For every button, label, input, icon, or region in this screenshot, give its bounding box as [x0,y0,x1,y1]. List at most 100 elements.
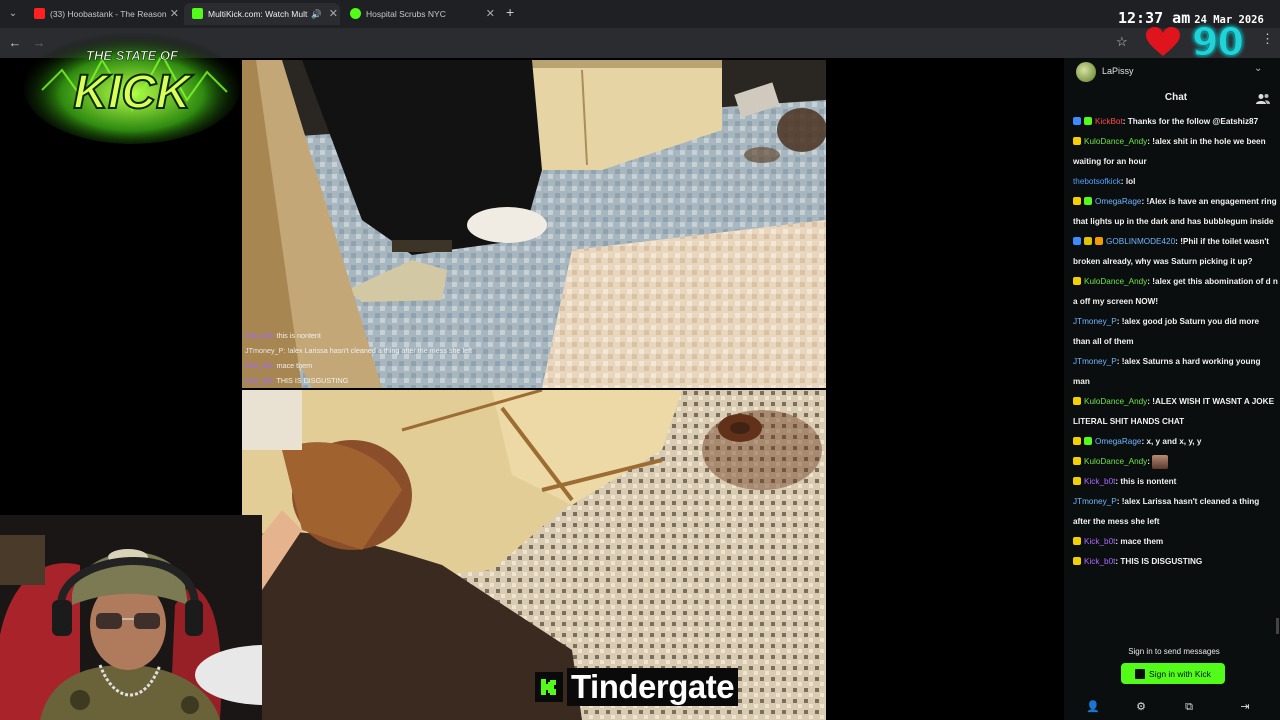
tab-search-chevron-icon[interactable]: ⌄ [4,5,22,23]
chat-username[interactable]: thebotsofkick [1073,177,1121,186]
chat-username[interactable]: JTmoney_P [1073,317,1117,326]
chat-username[interactable]: GOBLINMODE420 [1106,237,1175,246]
new-tab-plus-icon[interactable]: + [506,4,520,22]
user-badge-icon [1073,236,1081,245]
chat-username[interactable]: KuloDance_Andy [1084,397,1147,406]
overlay-chat-user: Kick_b0t: [245,331,275,340]
browser-menu-icon[interactable]: ⋮ [1261,32,1274,45]
chat-panel: LaPissy ⌄ Chat KickBot: Thanks for the f… [1064,58,1280,720]
chat-text: Thanks for the follow @Eatshiz87 [1127,117,1259,126]
chat-text: lol [1125,177,1136,186]
overlay-chat-line: JTmoney_P: !alex Larissa hasn't cleaned … [245,343,545,358]
chat-message: GOBLINMODE420: !Phil if the toilet wasn'… [1073,232,1278,272]
chat-title: Chat [1164,92,1188,103]
logo-line1: THE STATE OF [86,48,179,63]
users-icon[interactable] [1256,93,1270,105]
overlay-chat-text: THIS IS DISGUSTING [276,376,349,385]
state-of-kick-logo: THE STATE OF KICK [24,32,240,144]
chat-username[interactable]: JTmoney_P [1073,357,1117,366]
user-badge-icon [1084,236,1092,245]
overlay-chat-user: Kick_b0t: [245,376,275,385]
logo-line2: KICK [73,66,194,119]
gear-icon[interactable]: ⚙ [1134,700,1148,714]
chat-message: OmegaRage: !Alex is have an engagement r… [1073,192,1278,232]
user-badge-icon [1073,536,1081,545]
user-badge-icon [1084,196,1092,205]
back-arrow-icon[interactable]: ← [7,35,23,51]
overlay-chat-line: Kick_b0t: THIS IS DISGUSTING [245,373,545,388]
clock-time: 12:37 am [1118,9,1191,27]
chat-username[interactable]: Kick_b0t [1084,537,1115,546]
overlay-chat-user: JTmoney_P: [245,346,286,355]
chat-username[interactable]: Kick_b0t [1084,557,1115,566]
stream-name-tag: Tindergate [535,668,739,706]
multikick-icon [192,8,203,20]
collapse-chat-icon[interactable]: ⇥ [1238,700,1252,714]
popout-icon[interactable]: ⧉ [1182,700,1196,714]
channel-selector[interactable]: LaPissy ⌄ [1064,58,1280,84]
user-badge-icon [1073,396,1081,405]
chat-text: mace them [1120,537,1164,546]
chat-message: JTmoney_P: !alex Saturns a hard working … [1073,352,1278,392]
stream-name: Tindergate [567,668,739,706]
streamer-webcam [0,515,262,720]
chat-username[interactable]: KickBot [1095,117,1123,126]
user-badge-icon [1073,136,1081,145]
chat-message: OmegaRage: x, y and x, y, y [1073,432,1278,452]
overlay-chat-text: mace them [276,361,313,370]
kick-favicon-icon [350,8,361,20]
chat-message: KickBot: Thanks for the follow @Eatshiz8… [1073,112,1278,132]
youtube-icon [34,8,45,20]
kick-icon [1135,668,1146,679]
chat-footer-icons: 👤 ⚙ ⧉ ⇥ [1064,698,1280,716]
heart-icon [1146,27,1180,56]
close-tab-icon[interactable]: ✕ [329,3,338,25]
chat-scrollbar[interactable] [1276,618,1279,634]
chat-username[interactable]: Kick_b0t [1084,477,1115,486]
channel-avatar [1076,62,1096,82]
chat-message: Kick_b0t: this is nontent [1073,472,1278,492]
overlay-chat-text: !alex Larissa hasn't cleaned a thing aft… [287,346,473,355]
stream-video-bottom[interactable] [242,390,826,720]
chat-message: JTmoney_P: !alex good job Saturn you did… [1073,312,1278,352]
close-tab-icon[interactable]: ✕ [486,3,495,25]
tab-label: Hospital Scrubs NYC [366,9,446,19]
user-badge-icon [1073,276,1081,285]
chat-text: THIS IS DISGUSTING [1120,557,1203,566]
speaker-icon[interactable]: 🔊 [311,3,322,25]
user-badge-icon [1073,436,1081,445]
bookmark-star-icon[interactable]: ☆ [1116,34,1128,50]
chat-username[interactable]: KuloDance_Andy [1084,277,1147,286]
stream-frame-bottom [242,390,826,720]
user-badge-icon [1073,116,1081,125]
channel-name: LaPissy [1102,66,1134,76]
chat-message: JTmoney_P: !alex Larissa hasn't cleaned … [1073,492,1278,532]
tab-label: MultiKick.com: Watch Mult [208,9,308,19]
chat-message: KuloDance_Andy: !alex get this abominati… [1073,272,1278,312]
chat-message: thebotsofkick: lol [1073,172,1278,192]
chat-message: KuloDance_Andy: [1073,452,1278,472]
add-user-icon[interactable]: 👤 [1086,700,1100,714]
user-badge-icon [1073,476,1081,485]
chat-message: KuloDance_Andy: !alex shit in the hole w… [1073,132,1278,172]
chat-username[interactable]: OmegaRage [1095,197,1141,206]
chat-text: x, y and x, y, y [1146,437,1202,446]
chat-username[interactable]: OmegaRage [1095,437,1141,446]
signin-with-kick-button[interactable]: Sign in with Kick [1121,663,1225,684]
chat-text: this is nontent [1120,477,1177,486]
chat-messages: KickBot: Thanks for the follow @Eatshiz8… [1073,112,1278,572]
user-badge-icon [1095,236,1103,245]
overlay-chat-text: this is nontent [276,331,321,340]
signin-button-label: Sign in with Kick [1149,668,1211,679]
signin-prompt: Sign in to send messages [1128,647,1220,656]
chat-username[interactable]: JTmoney_P [1073,497,1117,506]
kick-logo-icon [535,672,563,702]
chat-message: Kick_b0t: THIS IS DISGUSTING [1073,552,1278,572]
user-badge-icon [1084,436,1092,445]
chat-username[interactable]: KuloDance_Andy [1084,137,1147,146]
chat-username[interactable]: KuloDance_Andy [1084,457,1147,466]
chevron-down-icon[interactable]: ⌄ [1254,63,1262,74]
overlay-chat-line: Kick_b0t: this is nontent [245,328,545,343]
tab-hospital-scrubs[interactable]: Hospital Scrubs NYC ✕ [342,3,497,25]
chat-message: KuloDance_Andy: !ALEX WISH IT WASNT A JO… [1073,392,1278,432]
